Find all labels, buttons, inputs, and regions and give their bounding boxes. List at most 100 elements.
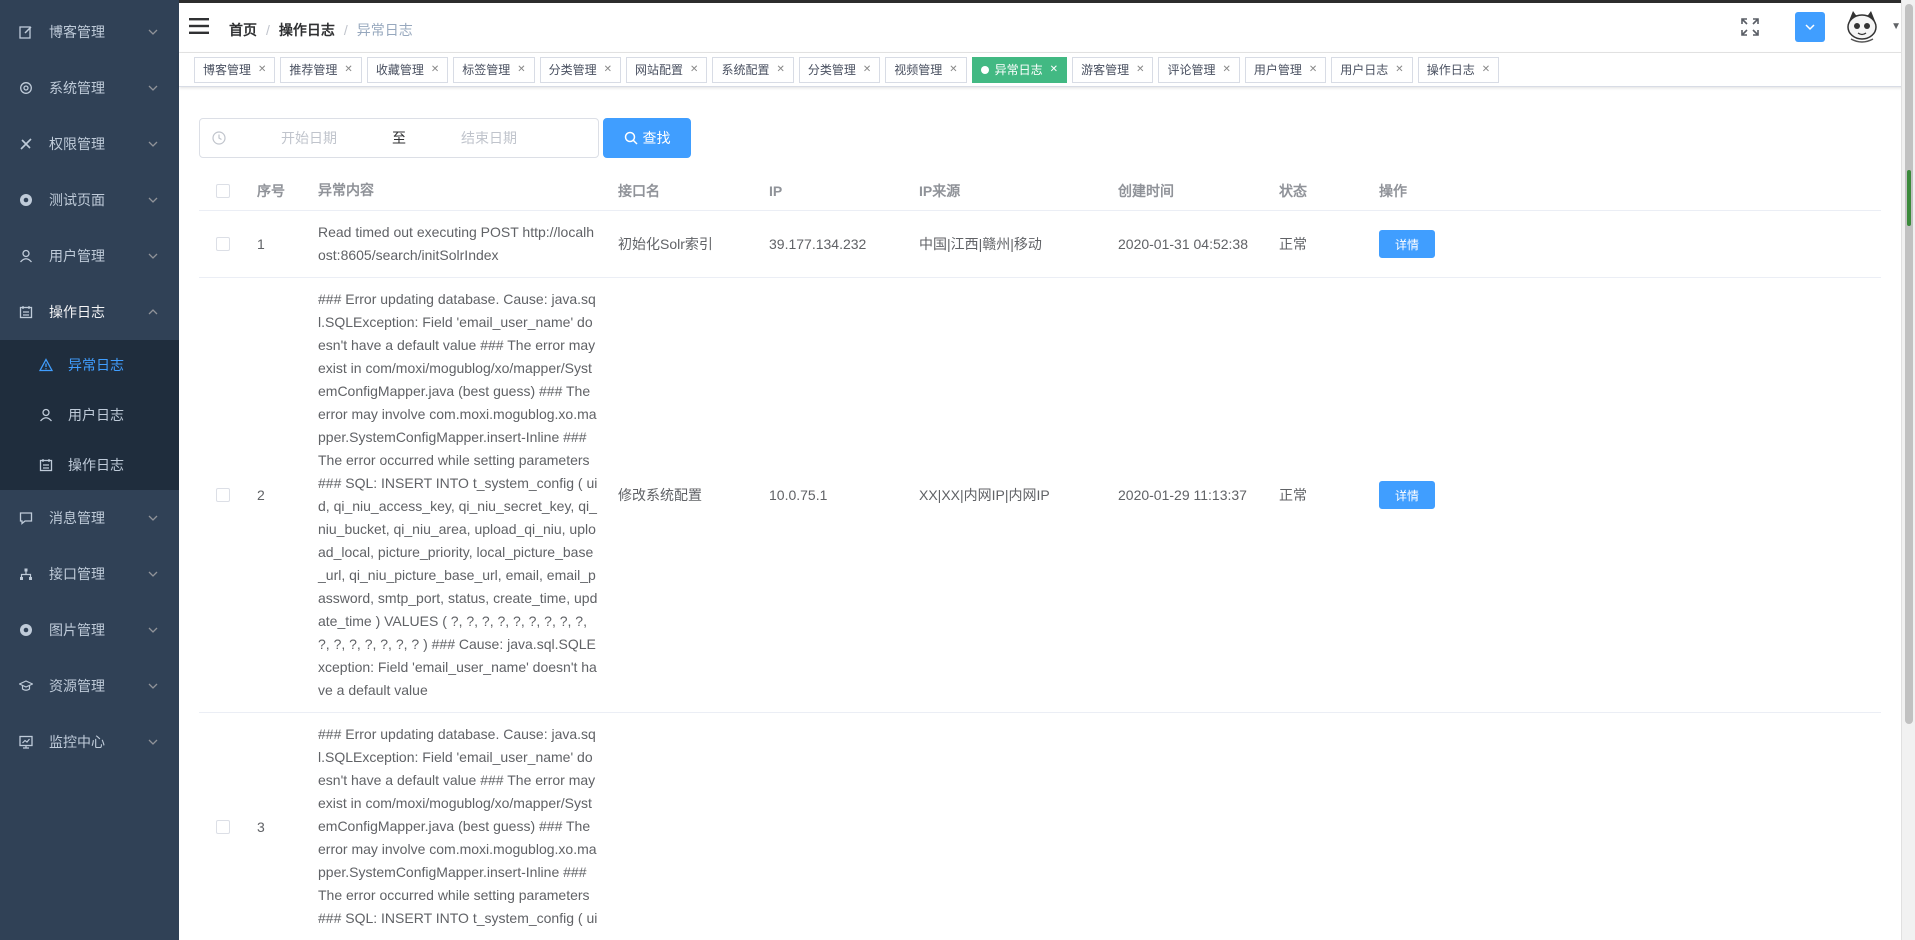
sidebar-item-label: 博客管理 <box>49 24 105 40</box>
navbar-right: ▼ <box>1739 0 1915 53</box>
start-date-input[interactable] <box>234 130 384 146</box>
tag-web-config[interactable]: 网站配置 ✕ <box>626 56 708 83</box>
close-icon[interactable]: ✕ <box>431 58 439 82</box>
calendar-icon <box>18 304 34 320</box>
sidebar-item-user-log[interactable]: 用户日志 <box>0 390 179 440</box>
row-checkbox[interactable] <box>216 488 230 502</box>
column-header: IP <box>769 182 783 199</box>
tag-exception-log[interactable]: 异常日志 ✕ <box>971 56 1068 83</box>
clock-icon <box>212 131 226 145</box>
detail-button[interactable]: 详情 <box>1379 230 1435 258</box>
breadcrumb-operation-log[interactable]: 操作日志 <box>279 20 335 40</box>
tag-op-log[interactable]: 操作日志 ✕ <box>1417 56 1500 83</box>
tag-video[interactable]: 视频管理 ✕ <box>885 56 967 83</box>
sidebar-item-picture[interactable]: 图片管理 <box>0 602 179 658</box>
column-header: IP来源 <box>919 182 961 199</box>
tag-category-2[interactable]: 分类管理 ✕ <box>798 56 881 83</box>
breadcrumb-home[interactable]: 首页 <box>229 20 257 40</box>
tag-label: 用户管理 <box>1253 62 1302 77</box>
close-icon[interactable]: ✕ <box>1222 58 1230 82</box>
sidebar-item-blog[interactable]: 博客管理 <box>0 4 179 60</box>
breadcrumb-current: 异常日志 <box>356 22 413 38</box>
cell-message: Read timed out executing POST http://loc… <box>318 224 595 263</box>
sidebar-item-resource[interactable]: 资源管理 <box>0 658 179 714</box>
avatar[interactable] <box>1841 6 1884 47</box>
tag-collect[interactable]: 收藏管理 ✕ <box>366 56 449 83</box>
cell-message: ### Error updating database. Cause: java… <box>318 291 598 698</box>
close-icon[interactable]: ✕ <box>776 58 784 82</box>
cell-ip-source: 中国|江西|赣州|移动 <box>919 236 1042 252</box>
breadcrumb-separator: / <box>343 22 348 38</box>
tag-category[interactable]: 分类管理 ✕ <box>539 56 622 83</box>
caret-down-icon[interactable]: ▼ <box>1891 21 1901 32</box>
tag-label: 分类管理 <box>807 62 856 77</box>
detail-button[interactable]: 详情 <box>1379 481 1435 509</box>
fullscreen-icon[interactable] <box>1739 16 1761 38</box>
tag-user-log[interactable]: 用户日志 ✕ <box>1331 56 1413 83</box>
tag-system-config[interactable]: 系统配置 ✕ <box>712 56 794 83</box>
page-scrollbar[interactable] <box>1901 0 1915 940</box>
sidebar-item-label: 权限管理 <box>49 136 105 152</box>
tag-label: 网站配置 <box>635 62 684 77</box>
date-range-picker[interactable]: 至 <box>199 118 599 158</box>
sidebar-item-test-page[interactable]: 测试页面 <box>0 172 179 228</box>
sidebar-item-op-log[interactable]: 操作日志 <box>0 440 179 490</box>
tag-label: 分类管理 <box>548 62 597 77</box>
tag-recommend[interactable]: 推荐管理 ✕ <box>280 56 362 83</box>
close-icon[interactable]: ✕ <box>258 58 266 82</box>
sidebar-item-exception-log[interactable]: 异常日志 <box>0 340 179 390</box>
chevron-down-icon <box>148 85 158 91</box>
sidebar-item-label: 接口管理 <box>49 566 105 582</box>
chevron-down-icon <box>148 197 158 203</box>
edit-icon <box>18 24 34 40</box>
cell-op: 详情 <box>1369 230 1489 258</box>
close-icon[interactable]: ✕ <box>949 58 957 82</box>
close-icon[interactable]: ✕ <box>1050 58 1058 82</box>
close-icon[interactable]: ✕ <box>604 58 612 82</box>
close-icon[interactable]: ✕ <box>690 58 698 82</box>
sidebar-item-permission[interactable]: 权限管理 <box>0 116 179 172</box>
cell-ip: 39.177.134.232 <box>769 236 867 252</box>
row-checkbox[interactable] <box>216 819 230 834</box>
hamburger-icon[interactable] <box>189 17 209 35</box>
breadcrumb-separator: / <box>266 22 270 38</box>
chevron-down-icon <box>148 515 158 521</box>
row-checkbox[interactable] <box>216 237 230 251</box>
cell-index: 1 <box>257 236 265 252</box>
column-header: 接口名 <box>618 182 660 199</box>
aperture-icon <box>18 192 34 208</box>
sidebar-item-operation-log[interactable]: 操作日志 <box>0 284 179 340</box>
search-button[interactable]: 查找 <box>603 118 691 158</box>
sidebar-item-message[interactable]: 消息管理 <box>0 490 179 546</box>
chevron-down-icon <box>148 29 158 35</box>
chevron-down-icon <box>148 683 158 689</box>
sidebar-item-api[interactable]: 接口管理 <box>0 546 179 602</box>
sidebar-item-user[interactable]: 用户管理 <box>0 228 179 284</box>
end-date-input[interactable] <box>414 130 564 146</box>
close-icon[interactable]: ✕ <box>517 58 525 82</box>
scrollbar-thumb[interactable] <box>1905 4 1913 724</box>
cell-create-time: 2020-01-31 04:52:38 <box>1118 236 1248 252</box>
close-icon[interactable]: ✕ <box>1136 58 1144 82</box>
close-icon[interactable]: ✕ <box>1309 58 1317 82</box>
sidebar-item-monitor[interactable]: 监控中心 <box>0 714 179 770</box>
tag-visitor[interactable]: 游客管理 ✕ <box>1072 56 1154 83</box>
tag-label: 标签管理 <box>462 62 511 77</box>
tag-blog[interactable]: 博客管理 ✕ <box>194 56 276 83</box>
close-icon[interactable]: ✕ <box>1482 58 1490 82</box>
dropdown-button[interactable] <box>1795 11 1826 42</box>
graduation-cap-icon <box>18 678 34 694</box>
table-header: 序号 异常内容 接口名 IP IP来源 创建时间 状态 操作 <box>199 171 1881 211</box>
breadcrumb: 首页 / 操作日志 / 异常日志 <box>229 20 413 40</box>
tag-comment[interactable]: 评论管理 ✕ <box>1158 56 1240 83</box>
chevron-down-icon <box>148 571 158 577</box>
tag-user[interactable]: 用户管理 ✕ <box>1244 56 1327 83</box>
close-icon[interactable]: ✕ <box>1395 58 1403 82</box>
sidebar-item-system[interactable]: 系统管理 <box>0 60 179 116</box>
select-all-checkbox[interactable] <box>216 183 230 198</box>
monitor-icon <box>18 734 34 750</box>
close-icon[interactable]: ✕ <box>863 58 871 82</box>
tag-tag[interactable]: 标签管理 ✕ <box>453 56 535 83</box>
close-icon[interactable]: ✕ <box>344 58 352 82</box>
network-icon <box>18 566 34 582</box>
